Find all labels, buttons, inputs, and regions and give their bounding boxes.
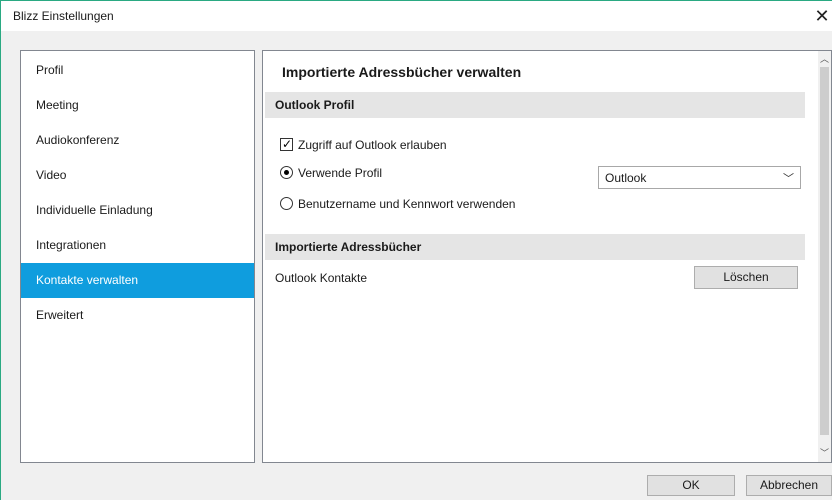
page-title: Importierte Adressbücher verwalten [282, 64, 522, 80]
address-book-name: Outlook Kontakte [275, 271, 368, 285]
credentials-label: Benutzername und Kennwort verwenden [298, 197, 516, 211]
profile-select[interactable]: Outlook ﹀ [598, 166, 801, 189]
sidebar-item-individuelle-einladung[interactable]: Individuelle Einladung [21, 193, 254, 228]
credentials-radio[interactable]: Benutzername und Kennwort verwenden [280, 197, 515, 211]
sidebar-item-video[interactable]: Video [21, 158, 254, 193]
chevron-down-icon: ﹀ [783, 173, 794, 185]
profile-select-value: Outlook [605, 171, 647, 185]
allow-outlook-access-checkbox[interactable]: ✓ Zugriff auf Outlook erlauben [280, 137, 447, 152]
checkmark-icon: ✓ [282, 137, 293, 151]
section-header-outlook-profil: Outlook Profil [265, 92, 805, 118]
sidebar-item-meeting[interactable]: Meeting [21, 88, 254, 123]
scroll-down-icon[interactable]: ﹀ [818, 446, 831, 460]
content-scrollbar[interactable]: ︿ ﹀ [818, 51, 831, 462]
allow-outlook-access-label: Zugriff auf Outlook erlauben [298, 138, 447, 152]
use-profile-radio[interactable]: Verwende Profil [280, 166, 382, 180]
use-profile-label: Verwende Profil [298, 166, 383, 180]
settings-window: Blizz Einstellungen ✕ Profil Meeting Aud… [0, 0, 832, 500]
scroll-up-icon[interactable]: ︿ [818, 52, 831, 66]
checkbox-box[interactable]: ✓ [280, 137, 293, 151]
section-header-importierte-adressbuecher: Importierte Adressbücher [265, 234, 805, 260]
sidebar-item-integrationen[interactable]: Integrationen [21, 228, 254, 263]
ok-button[interactable]: OK [647, 475, 735, 496]
radio-button[interactable] [280, 197, 293, 210]
sidebar-item-kontakte-verwalten[interactable]: Kontakte verwalten [21, 263, 254, 298]
radio-selected-dot [284, 170, 289, 175]
sidebar-item-erweitert[interactable]: Erweitert [21, 298, 254, 333]
sidebar-item-audiokonferenz[interactable]: Audiokonferenz [21, 123, 254, 158]
settings-content: Importierte Adressbücher verwalten Outlo… [262, 50, 832, 463]
window-title: Blizz Einstellungen [13, 9, 114, 23]
title-bar: Blizz Einstellungen ✕ [1, 1, 832, 31]
sidebar-item-profil[interactable]: Profil [21, 53, 254, 88]
radio-button[interactable] [280, 166, 293, 179]
settings-sidebar: Profil Meeting Audiokonferenz Video Indi… [20, 50, 255, 463]
cancel-button[interactable]: Abbrechen [746, 475, 832, 496]
delete-address-book-button[interactable]: Löschen [694, 266, 798, 289]
scroll-thumb[interactable] [820, 67, 829, 435]
close-icon[interactable]: ✕ [812, 5, 832, 27]
